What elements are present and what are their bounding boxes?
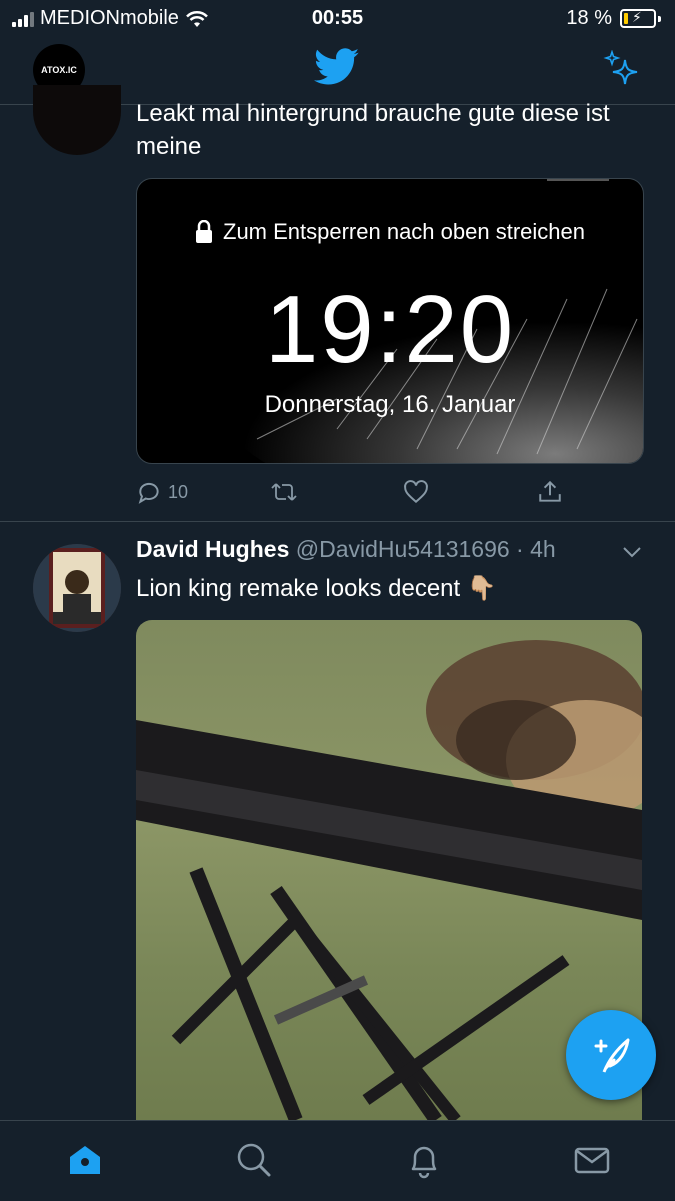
home-icon[interactable] xyxy=(66,1141,104,1179)
author-handle[interactable]: @DavidHu54131696 xyxy=(296,536,510,562)
tweet-header: David Hughes @DavidHu54131696 · 4h xyxy=(136,536,556,563)
search-icon[interactable] xyxy=(235,1141,273,1179)
lock-notice-text: Zum Entsperren nach oben streichen xyxy=(223,219,585,244)
tweet-avatar[interactable] xyxy=(33,85,121,155)
tweet-divider xyxy=(0,521,675,522)
battery-icon: ⚡ xyxy=(620,9,656,28)
lockscreen-date: Donnerstag, 16. Januar xyxy=(264,391,516,418)
share-button[interactable] xyxy=(537,479,563,505)
reply-icon xyxy=(138,482,159,504)
heart-icon xyxy=(404,480,428,504)
battery-status: 18 % ⚡ xyxy=(566,7,661,30)
author-name[interactable]: David Hughes xyxy=(136,536,289,562)
mail-icon[interactable] xyxy=(573,1141,611,1179)
compose-tweet-button[interactable] xyxy=(566,1010,656,1100)
like-button[interactable] xyxy=(403,479,429,505)
profile-avatar-label: ATOX.IC xyxy=(41,65,77,75)
retweet-button[interactable] xyxy=(270,479,298,505)
tweet-avatar[interactable] xyxy=(33,544,121,632)
tweet-text: Lion king remake looks decent 👇🏼 xyxy=(136,575,497,602)
tweet-text: Leakt mal hintergrund brauche gute diese… xyxy=(136,100,610,160)
tweet-image[interactable]: Zum Entsperren nach oben streichen 19:20… xyxy=(136,178,644,464)
lock-icon xyxy=(196,220,212,243)
lockscreen-time: 19:20 xyxy=(264,276,516,383)
sparkle-icon[interactable] xyxy=(603,50,643,90)
lock-notice: Zum Entsperren nach oben streichen xyxy=(137,219,643,245)
separator-dot: · xyxy=(516,536,524,562)
alcohol-poster-image xyxy=(33,544,121,632)
retweet-icon xyxy=(271,483,297,501)
battery-percent: 18 % xyxy=(566,7,612,29)
compose-feather-icon xyxy=(594,1038,630,1073)
share-icon xyxy=(539,480,561,502)
status-bar: MEDIONmobile 00:55 18 % ⚡ xyxy=(0,0,675,36)
reply-button[interactable]: 10 xyxy=(136,479,188,505)
tweet-actions: 10 xyxy=(136,477,642,507)
bell-icon[interactable] xyxy=(405,1141,443,1179)
reply-count: 10 xyxy=(168,481,189,502)
bottom-tab-bar xyxy=(0,1120,675,1201)
twitter-bird-icon[interactable] xyxy=(314,48,360,86)
chevron-down-icon[interactable] xyxy=(621,544,643,560)
tweet-age: 4h xyxy=(530,536,556,562)
